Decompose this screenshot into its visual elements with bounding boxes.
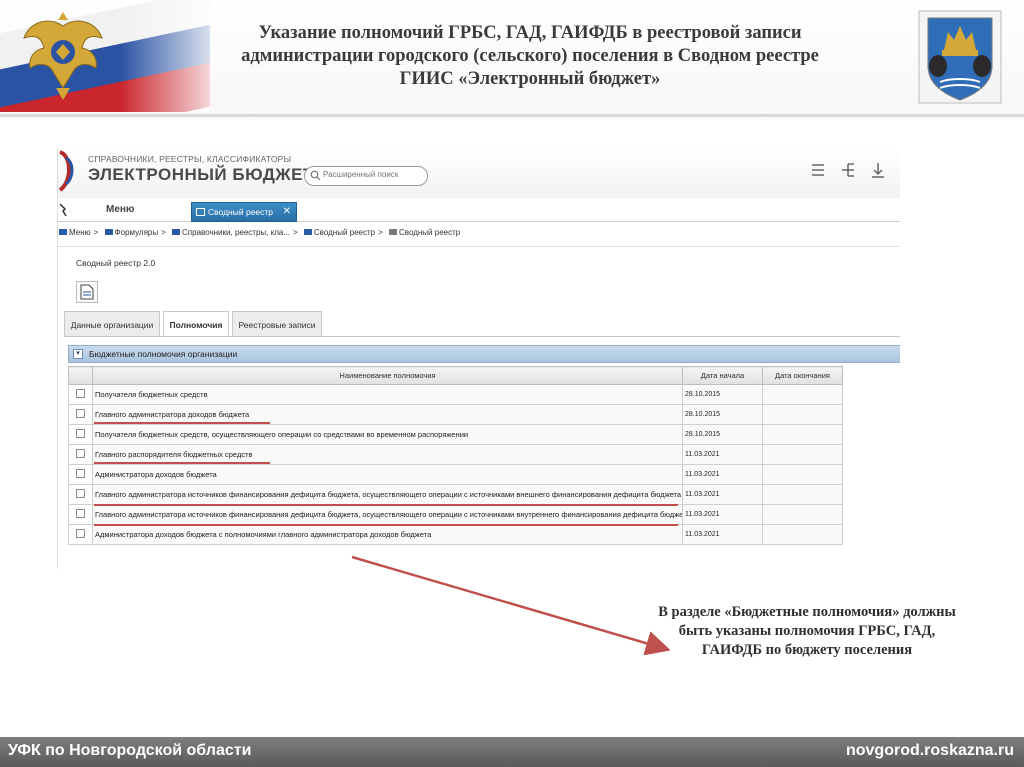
app-screenshot: СПРАВОЧНИКИ, РЕЕСТРЫ, КЛАССИФИКАТОРЫ ЭЛЕ…: [57, 148, 900, 569]
column-header-start[interactable]: Дата начала: [682, 366, 763, 385]
row-checkbox[interactable]: [76, 489, 85, 498]
menu-hand-icon: [59, 203, 67, 217]
powers-table: Наименование полномочия Дата начала Дата…: [68, 366, 843, 545]
breadcrumb-item[interactable]: Меню: [58, 228, 91, 237]
slide-footer: УФК по Новгородской области novgorod.ros…: [0, 737, 1024, 767]
highlight-underline: [94, 462, 270, 464]
power-name: Получателя бюджетных средств: [92, 384, 683, 405]
start-date: 28.10.2015: [682, 424, 763, 445]
collapse-icon[interactable]: ▾: [73, 349, 83, 359]
start-date: 28.10.2015: [682, 384, 763, 405]
tab-svodny-reestr[interactable]: Сводный реестр ✕: [191, 202, 297, 222]
row-checkbox[interactable]: [76, 469, 85, 478]
folder-icon: [172, 229, 181, 235]
row-checkbox[interactable]: [76, 509, 85, 518]
breadcrumb: Меню > Формуляры > Справочники, реестры, к…: [58, 228, 900, 244]
tab-svodny-reestr-label: Сводный реестр: [208, 207, 274, 217]
tab-powers[interactable]: Полномочия: [163, 311, 229, 337]
table-row[interactable]: Главного администратора источников финан…: [68, 484, 843, 505]
end-date: [762, 424, 843, 445]
row-checkbox[interactable]: [76, 529, 85, 538]
row-checkbox[interactable]: [76, 409, 85, 418]
table-row[interactable]: Администратора доходов бюджета 11.03.202…: [68, 464, 843, 485]
start-date: 28.10.2015: [682, 404, 763, 425]
row-checkbox[interactable]: [76, 389, 85, 398]
row-checkbox[interactable]: [76, 449, 85, 458]
start-date: 11.03.2021: [682, 484, 763, 505]
table-row[interactable]: Администратора доходов бюджета с полномо…: [68, 524, 843, 545]
highlight-underline: [94, 524, 678, 526]
row-checkbox[interactable]: [76, 429, 85, 438]
power-name: Администратора доходов бюджета: [92, 464, 683, 485]
section-title: Бюджетные полномочия организации: [89, 349, 238, 359]
end-date: [762, 484, 843, 505]
breadcrumb-item[interactable]: Сводный реестр: [303, 228, 375, 237]
footer-organization: УФК по Новгородской области: [8, 742, 252, 759]
folder-icon: [59, 229, 67, 235]
folder-icon: [303, 229, 312, 235]
checkbox-header: [68, 366, 93, 385]
toolbar-icons: [812, 163, 884, 178]
download-icon[interactable]: [872, 163, 884, 178]
app-logo-icon: [58, 150, 74, 192]
power-name: Главного администратора источников финан…: [92, 484, 683, 505]
end-date: [762, 524, 843, 545]
tab-org-data[interactable]: Данные организации: [64, 311, 160, 337]
column-header-end[interactable]: Дата окончания: [762, 366, 843, 385]
novgorod-coat-of-arms-icon: [918, 10, 1002, 104]
highlight-underline: [94, 504, 678, 506]
app-title: ЭЛЕКТРОННЫЙ БЮДЖЕТ: [88, 165, 314, 184]
table-row[interactable]: Получателя бюджетных средств 28.10.2015: [68, 384, 843, 405]
start-date: 11.03.2021: [682, 524, 763, 545]
slide-header: Указание полномочий ГРБС, ГАД, ГАИФДБ в …: [0, 0, 1024, 120]
app-subtitle: СПРАВОЧНИКИ, РЕЕСТРЫ, КЛАССИФИКАТОРЫ: [88, 154, 292, 164]
end-date: [762, 464, 843, 485]
slide-title: Указание полномочий ГРБС, ГАД, ГАИФДБ в …: [241, 23, 819, 89]
breadcrumb-item[interactable]: Справочники, реестры, кла...: [171, 228, 290, 237]
power-name: Получателя бюджетных средств, осуществля…: [92, 424, 683, 445]
start-date: 11.03.2021: [682, 504, 763, 525]
table-row[interactable]: Главного администратора источников финан…: [68, 504, 843, 525]
hierarchy-icon[interactable]: [842, 163, 854, 177]
search-icon: [310, 170, 321, 181]
search-input[interactable]: [323, 170, 423, 179]
app-header: СПРАВОЧНИКИ, РЕЕСТРЫ, КЛАССИФИКАТОРЫ ЭЛЕ…: [58, 148, 900, 198]
menu-bar: Меню Сводный реестр ✕: [58, 200, 900, 222]
list-icon[interactable]: [812, 164, 824, 176]
tab-registry-records[interactable]: Реестровые записи: [232, 311, 322, 337]
footer-website: novgorod.roskazna.ru: [845, 742, 1014, 759]
end-date: [762, 384, 843, 405]
section-budget-powers[interactable]: ▾ Бюджетные полномочия организации: [68, 345, 900, 363]
treasury-eagle-emblem-icon: [23, 12, 103, 100]
end-date: [762, 404, 843, 425]
page-title: Сводный реестр 2.0: [76, 258, 156, 268]
close-icon[interactable]: ✕: [283, 206, 291, 217]
search-box[interactable]: [304, 166, 428, 186]
document-icon: [80, 284, 94, 300]
end-date: [762, 444, 843, 465]
registry-tab-icon: [196, 208, 205, 216]
print-document-button[interactable]: [76, 281, 98, 303]
column-header-name[interactable]: Наименование полномочия: [92, 366, 683, 385]
highlight-underline: [94, 422, 270, 424]
power-name: Главного администратора источников финан…: [92, 504, 683, 525]
power-name: Администратора доходов бюджета с полномо…: [92, 524, 683, 545]
table-row[interactable]: Получателя бюджетных средств, осуществля…: [68, 424, 843, 445]
start-date: 11.03.2021: [682, 444, 763, 465]
annotation-text: В разделе «Бюджетные полномочия» должны …: [658, 604, 956, 658]
end-date: [762, 504, 843, 525]
breadcrumb-item[interactable]: Формуляры: [104, 228, 158, 237]
breadcrumb-item[interactable]: Сводный реестр: [388, 228, 460, 237]
folder-icon: [104, 229, 113, 235]
start-date: 11.03.2021: [682, 464, 763, 485]
document-icon: [389, 229, 397, 235]
menu-button[interactable]: Меню: [106, 204, 134, 215]
